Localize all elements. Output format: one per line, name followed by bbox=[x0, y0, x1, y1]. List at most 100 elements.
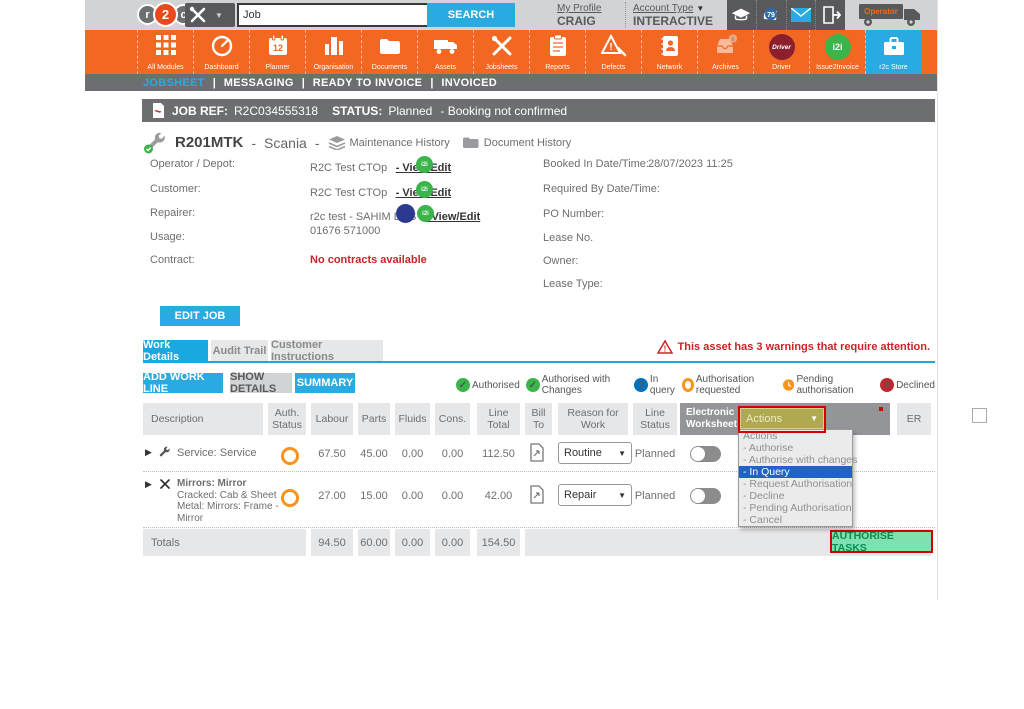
expand-row-arrow[interactable]: ▶ bbox=[145, 447, 152, 458]
svg-text:!: ! bbox=[609, 42, 612, 53]
nav-network[interactable]: Network bbox=[641, 30, 697, 74]
field-label: Repairer: bbox=[150, 207, 195, 219]
select-all-checkbox[interactable] bbox=[972, 408, 987, 423]
reason-value: Repair bbox=[564, 489, 596, 501]
graduation-cap-icon bbox=[730, 6, 752, 24]
nav-reports[interactable]: Reports bbox=[529, 30, 585, 74]
bill-to-icon[interactable] bbox=[529, 485, 545, 504]
menu-option-pending-authorisation[interactable]: - Pending Authorisation bbox=[739, 502, 852, 514]
operator-label: Operator bbox=[864, 7, 898, 16]
subnav-messaging[interactable]: MESSAGING bbox=[224, 77, 294, 89]
notifications-button[interactable]: 79 bbox=[756, 0, 786, 30]
col-fluids: Fluids bbox=[395, 403, 430, 435]
account-type-link[interactable]: Account Type bbox=[633, 3, 693, 14]
field-label: Usage: bbox=[150, 231, 185, 243]
messages-button[interactable] bbox=[786, 0, 816, 30]
nav-organisation[interactable]: Organisation bbox=[305, 30, 361, 74]
menu-option-decline[interactable]: - Decline bbox=[739, 490, 852, 502]
subnav-ready-to-invoice[interactable]: READY TO INVOICE bbox=[313, 77, 423, 89]
totals-parts: 60.00 bbox=[358, 529, 390, 556]
nav-driver[interactable]: Driver Driver bbox=[753, 30, 809, 74]
legend-authorised: ✓ Authorised bbox=[454, 378, 520, 392]
auth-status-ring-icon bbox=[281, 489, 299, 507]
col-description: Description bbox=[143, 403, 263, 435]
nav-defects[interactable]: ! Defects bbox=[585, 30, 641, 74]
account-type-value: INTERACTIVE bbox=[633, 14, 713, 28]
labour-value: 27.00 bbox=[311, 490, 353, 502]
status-note: - Booking not confirmed bbox=[440, 104, 567, 118]
reason-for-work-select[interactable]: Repair ▼ bbox=[558, 484, 632, 506]
nav-archives[interactable]: 6 Archives bbox=[697, 30, 753, 74]
reason-for-work-select[interactable]: Routine ▼ bbox=[558, 442, 632, 464]
search-input[interactable] bbox=[237, 3, 429, 27]
menu-option-in-query[interactable]: - In Query bbox=[739, 466, 852, 478]
nav-dashboard[interactable]: Dashboard bbox=[193, 30, 249, 74]
col-labour: Labour bbox=[311, 403, 353, 435]
electronic-worksheet-toggle[interactable] bbox=[690, 446, 721, 462]
training-button[interactable] bbox=[727, 0, 756, 30]
search-category-dropdown[interactable]: ▼ bbox=[185, 3, 235, 27]
briefcase-icon bbox=[881, 34, 907, 58]
bill-to-icon[interactable] bbox=[529, 443, 545, 462]
col-line-status: Line Status bbox=[633, 403, 677, 435]
legend-in-query: ? In query bbox=[632, 374, 676, 396]
service-icon bbox=[157, 445, 171, 459]
parts-value: 15.00 bbox=[358, 490, 390, 502]
jobsheet-subnav: JOBSHEET | MESSAGING | READY TO INVOICE … bbox=[85, 74, 938, 91]
line-total-value: 112.50 bbox=[477, 448, 520, 460]
nav-documents[interactable]: Documents bbox=[361, 30, 417, 74]
actions-dropdown-frame: Actions ▼ bbox=[738, 406, 826, 433]
divider bbox=[625, 2, 626, 28]
legend-authorised-with-changes: ✓ Authorised with Changes bbox=[524, 374, 628, 396]
field-label: Customer: bbox=[150, 183, 201, 195]
search-button[interactable]: SEARCH bbox=[427, 3, 515, 27]
calendar-icon: 12 bbox=[266, 34, 290, 58]
nav-issue2invoice[interactable]: i2i Issue2Invoice bbox=[809, 30, 865, 74]
document-history-link[interactable]: Document History bbox=[484, 137, 571, 149]
menu-option-cancel[interactable]: - Cancel bbox=[739, 514, 852, 526]
labour-value: 67.50 bbox=[311, 448, 353, 460]
maintenance-history-link[interactable]: Maintenance History bbox=[350, 137, 450, 149]
i2i-circle-icon: i2i bbox=[825, 34, 851, 60]
col-parts: Parts bbox=[358, 403, 390, 435]
logout-button[interactable] bbox=[815, 0, 845, 30]
cross-circle-icon: ✕ bbox=[880, 378, 894, 392]
electronic-worksheet-toggle[interactable] bbox=[690, 488, 721, 504]
fluids-value: 0.00 bbox=[395, 490, 430, 502]
status-value: Planned bbox=[388, 104, 432, 118]
maintenance-history-icon bbox=[328, 136, 346, 150]
vehicle-make: Scania bbox=[264, 135, 307, 151]
nav-assets[interactable]: Assets bbox=[417, 30, 473, 74]
menu-option-authorise-with-changes[interactable]: - Authorise with changes bbox=[739, 454, 852, 466]
repairer-phone: 01676 571000 bbox=[310, 225, 490, 237]
my-profile-block: My Profile CRAIG bbox=[557, 3, 601, 28]
show-details-button[interactable]: SHOW DETAILS bbox=[230, 373, 292, 393]
no-contracts-warning: No contracts available bbox=[310, 254, 427, 266]
nav-jobsheets[interactable]: Jobsheets bbox=[473, 30, 529, 74]
field-label: PO Number: bbox=[543, 208, 604, 220]
subnav-invoiced[interactable]: INVOICED bbox=[441, 77, 497, 89]
contacts-icon bbox=[658, 34, 682, 58]
folder-icon bbox=[378, 34, 402, 58]
document-history-icon bbox=[462, 136, 480, 149]
nav-all-modules[interactable]: All Modules bbox=[137, 30, 193, 74]
nav-r2c-store[interactable]: r2c Store bbox=[865, 30, 921, 74]
subnav-jobsheet[interactable]: JOBSHEET bbox=[143, 77, 205, 89]
summary-button[interactable]: SUMMARY bbox=[295, 373, 355, 393]
nav-planner[interactable]: 12 Planner bbox=[249, 30, 305, 74]
menu-option-authorise[interactable]: - Authorise bbox=[739, 442, 852, 454]
expand-row-arrow[interactable]: ▶ bbox=[145, 479, 152, 490]
menu-option-request-authorisation[interactable]: - Request Authorisation bbox=[739, 478, 852, 490]
pdf-icon[interactable] bbox=[152, 103, 165, 118]
totals-line-total: 154.50 bbox=[477, 529, 520, 556]
field-label: Contract: bbox=[150, 254, 195, 266]
archives-badge: 6 bbox=[731, 36, 735, 43]
job-ref-value: R2C034555318 bbox=[234, 104, 318, 118]
edit-job-button[interactable]: EDIT JOB bbox=[160, 306, 240, 326]
my-profile-link[interactable]: My Profile bbox=[557, 3, 601, 14]
actions-dropdown[interactable]: Actions ▼ bbox=[740, 408, 824, 429]
chevron-down-icon: ▼ bbox=[618, 491, 626, 500]
cons-value: 0.00 bbox=[435, 448, 470, 460]
authorise-tasks-button[interactable]: AUTHORISE TASKS bbox=[830, 530, 933, 553]
add-work-line-button[interactable]: ADD WORK LINE bbox=[143, 373, 223, 393]
